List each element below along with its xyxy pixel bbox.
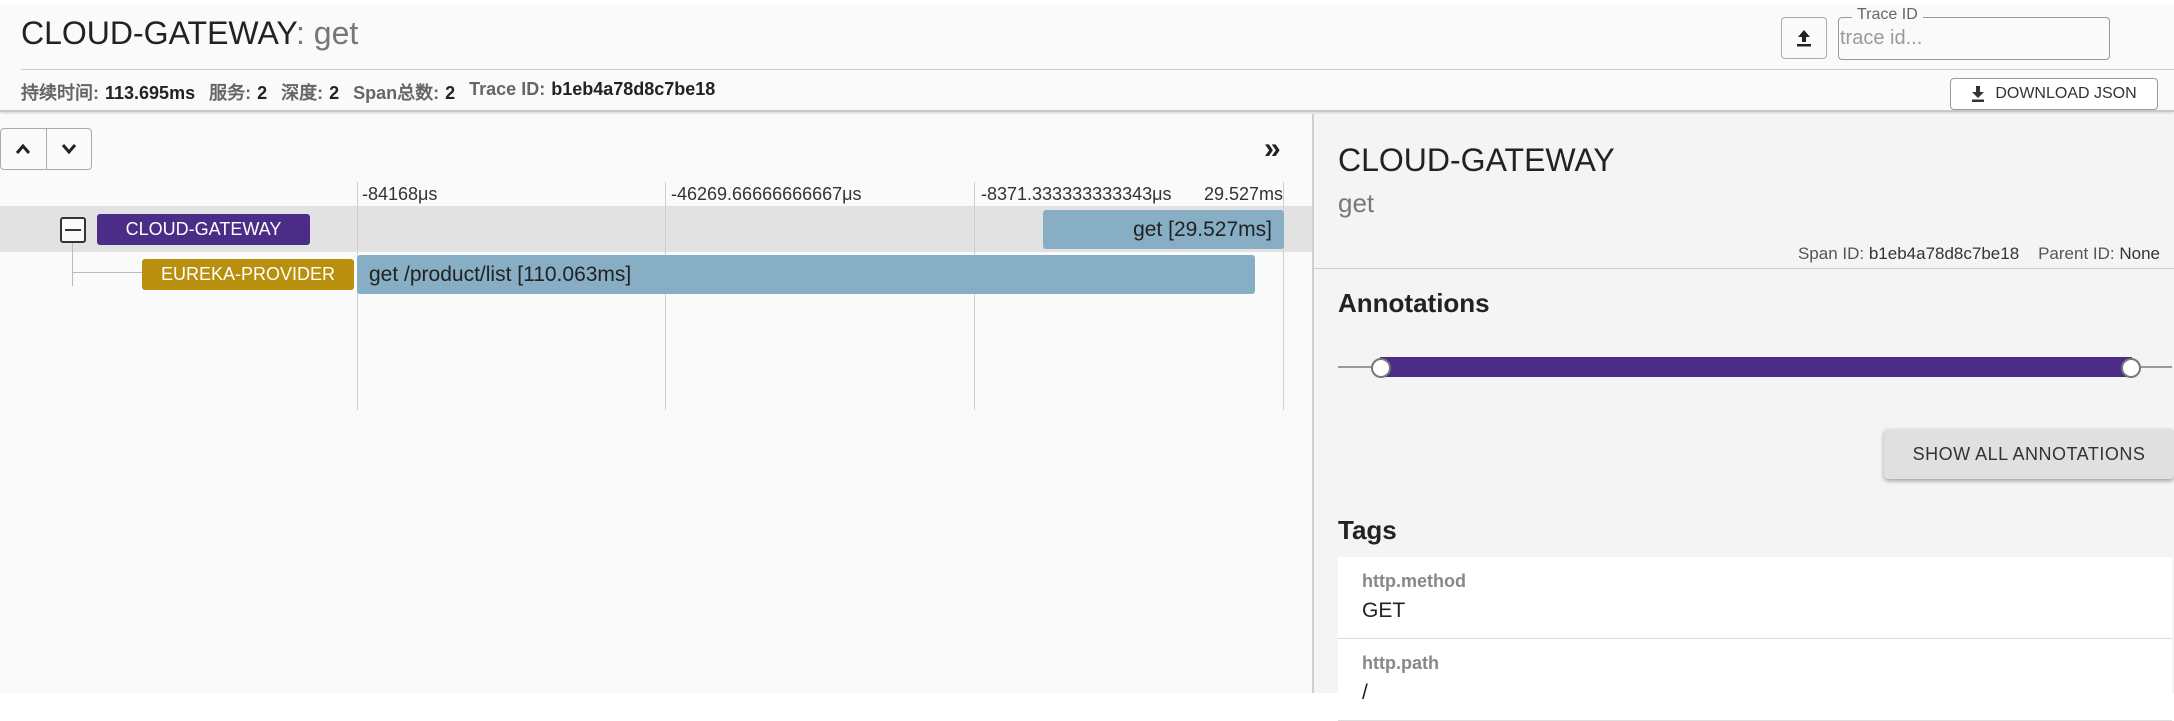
- show-all-annotations-button[interactable]: SHOW ALL ANNOTATIONS: [1884, 429, 2174, 479]
- tag-item: http.method GET: [1338, 557, 2172, 639]
- double-chevron-right-icon[interactable]: »: [1264, 134, 1281, 164]
- stat-trace-id: Trace ID: b1eb4a78d8c7be18: [469, 79, 716, 99]
- collapse-all-button[interactable]: [1, 129, 46, 169]
- parent-id-label: Parent ID:: [2038, 244, 2115, 263]
- annotations-timeline-bar: [1380, 357, 2132, 377]
- chevron-up-icon: [16, 143, 31, 154]
- span-bar-eureka-provider[interactable]: get /product/list [110.063ms]: [357, 255, 1255, 294]
- tick-label: 29.527ms: [1204, 184, 1284, 204]
- span-detail-panel: CLOUD-GATEWAY get Span ID: b1eb4a78d8c7b…: [1312, 114, 2174, 721]
- chevron-down-icon: [61, 144, 77, 155]
- trace-timeline: » -84168μs -46269.66666666667μs -8371.33…: [0, 114, 1312, 693]
- title-operation: get: [313, 15, 359, 51]
- service-badge-eureka-provider: EUREKA-PROVIDER: [142, 259, 354, 290]
- expand-all-button[interactable]: [45, 129, 91, 169]
- trace-id-legend: Trace ID: [1852, 6, 1923, 24]
- span-ids: Span ID: b1eb4a78d8c7be18 Parent ID: Non…: [1798, 244, 2160, 264]
- detail-service-name: CLOUD-GATEWAY: [1338, 142, 1615, 178]
- tick-label: -8371.333333333343μs: [981, 184, 1172, 204]
- collapse-controls: [0, 128, 92, 170]
- page-title: CLOUD-GATEWAY: get: [21, 15, 358, 52]
- tick-gridline: [974, 182, 975, 410]
- annotation-marker-start[interactable]: [1371, 358, 1391, 378]
- tag-value: /: [1362, 681, 1368, 704]
- tick-gridline: [357, 182, 358, 410]
- stat-span-count: Span总数: 2: [353, 83, 456, 103]
- tag-value: GET: [1362, 599, 1406, 622]
- collapse-span-toggle[interactable]: [60, 217, 86, 243]
- parent-id-value: None: [2119, 244, 2160, 263]
- download-json-label: DOWNLOAD JSON: [1995, 85, 2137, 102]
- tick-label: -46269.66666666667μs: [671, 184, 862, 204]
- trace-stats: 持续时间: 113.695ms 服务: 2 深度: 2 Span总数: 2 Trace …: [21, 79, 715, 105]
- download-json-button[interactable]: DOWNLOAD JSON: [1950, 78, 2158, 110]
- tags-heading: Tags: [1338, 515, 1397, 545]
- stat-depth: 深度: 2: [281, 83, 340, 103]
- upload-icon: [1797, 30, 1811, 47]
- span-id-label: Span ID:: [1797, 244, 1865, 263]
- stat-duration: 持续时间: 113.695ms: [21, 83, 196, 103]
- detail-operation-name: get: [1338, 188, 1375, 218]
- annotations-heading: Annotations: [1338, 288, 1490, 318]
- trace-header: CLOUD-GATEWAY: get Trace ID 持续时间:113.695…: [0, 5, 2174, 112]
- header-divider: [21, 69, 2174, 70]
- title-service: CLOUD-GATEWAY: [21, 15, 296, 51]
- tag-key: http.path: [1362, 653, 1439, 673]
- tag-item: http.path /: [1338, 639, 2172, 721]
- tree-connector: [72, 240, 73, 286]
- download-icon: [1972, 86, 1985, 102]
- trace-id-input[interactable]: [1840, 27, 2100, 50]
- upload-button[interactable]: [1781, 17, 1827, 59]
- detail-divider: [1314, 268, 2174, 269]
- stat-services: 服务: 2: [209, 83, 268, 103]
- annotation-marker-end[interactable]: [2121, 358, 2141, 378]
- tag-key: http.method: [1362, 571, 1466, 591]
- span-id-value: b1eb4a78d8c7be18: [1868, 244, 2020, 263]
- tree-connector: [72, 272, 142, 273]
- tick-label: -84168μs: [362, 184, 438, 204]
- span-bar-cloud-gateway[interactable]: get [29.527ms]: [1043, 210, 1284, 249]
- title-separator: :: [295, 15, 314, 51]
- tick-gridline: [665, 182, 666, 410]
- service-badge-cloud-gateway: CLOUD-GATEWAY: [97, 214, 310, 245]
